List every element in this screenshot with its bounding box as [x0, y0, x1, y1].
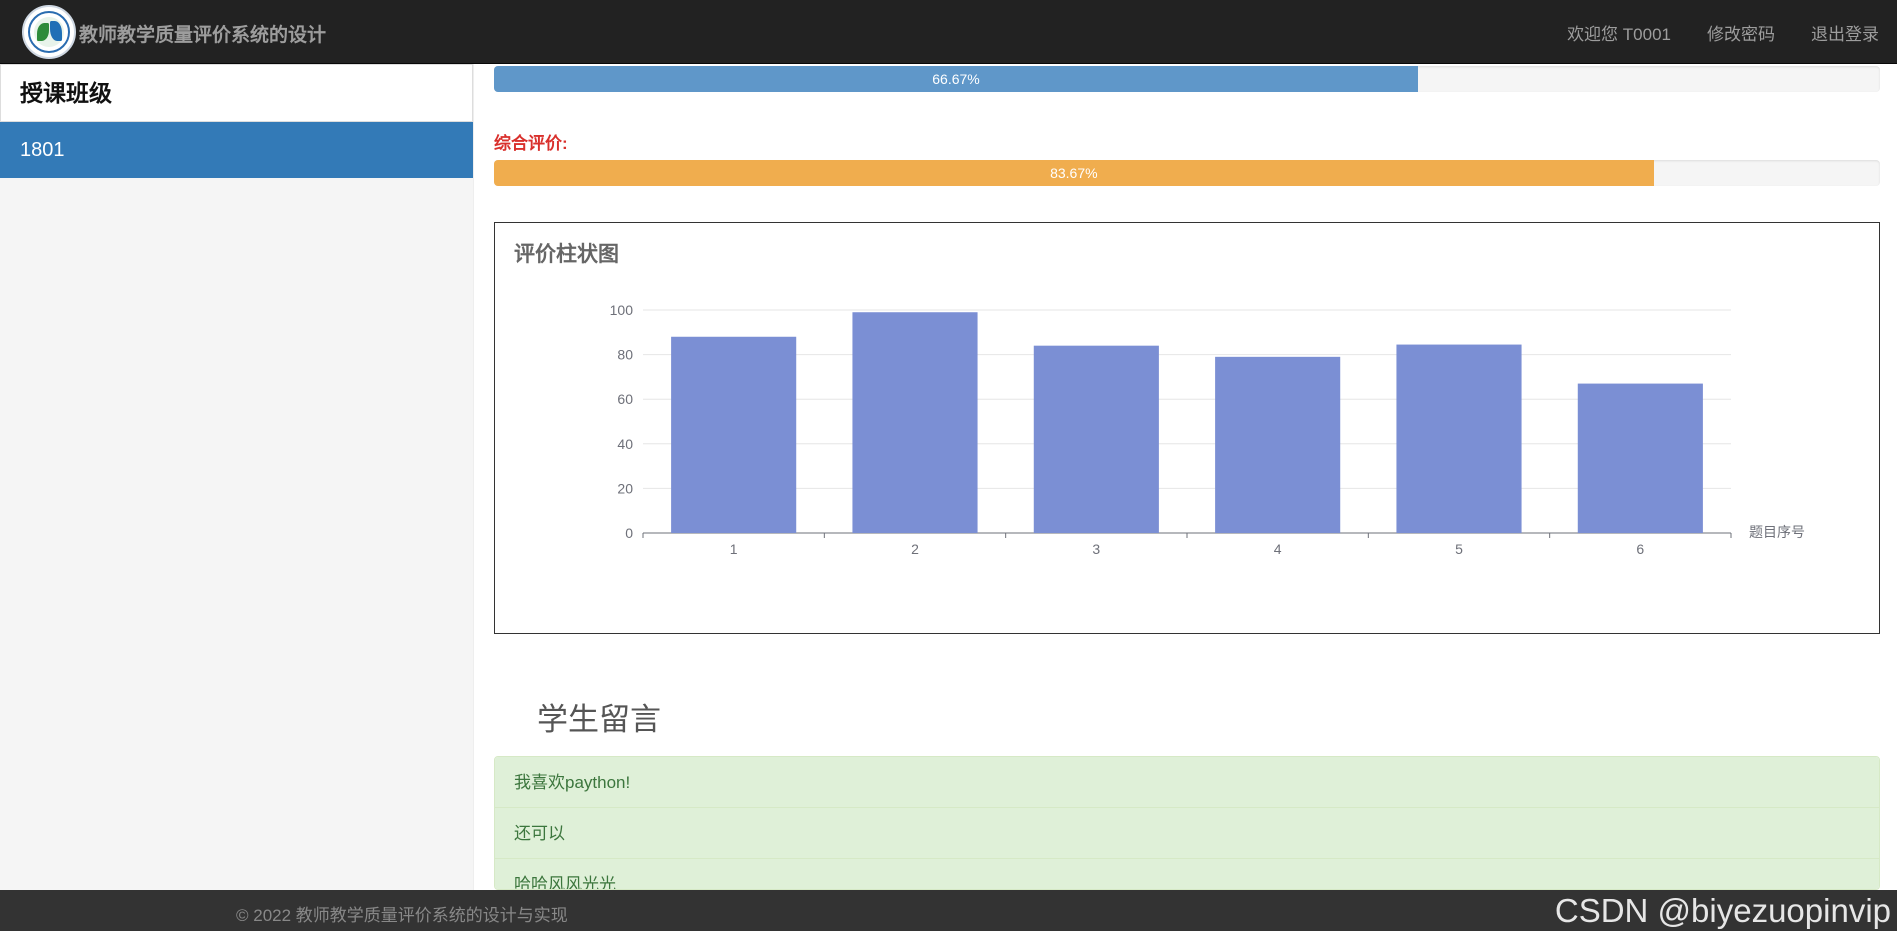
overall-eval-label: 综合评价: [494, 134, 568, 153]
nav-links: 欢迎您 T0001 修改密码 退出登录 [1549, 0, 1897, 64]
bar-5 [1396, 344, 1522, 533]
x-tick-label: 3 [1092, 541, 1100, 557]
x-tick-label: 2 [911, 541, 919, 557]
watermark-text: CSDN @biyezuopinvip [1554, 892, 1891, 929]
bar-1 [671, 336, 797, 533]
bar-3 [1033, 345, 1159, 533]
message-item: 我喜欢paython! [495, 757, 1879, 808]
progress-bar-first: 66.67% [494, 66, 1419, 92]
y-tick-label: 20 [617, 480, 633, 496]
bar-2 [852, 312, 978, 533]
chart-panel: 评价柱状图 0 20 40 60 80 100 1 2 3 4 5 6 题目序号 [494, 222, 1880, 634]
bar-6 [1577, 383, 1703, 533]
message-item: 哈哈风风光光 [495, 859, 1879, 889]
site-brand[interactable]: 教师教学质量评价系统的设计 [79, 20, 326, 47]
change-password-link[interactable]: 修改密码 [1689, 20, 1793, 45]
sidebar: 授课班级 1801 [0, 64, 474, 890]
welcome-user-link[interactable]: 欢迎您 T0001 [1549, 20, 1689, 45]
x-tick-label: 1 [730, 541, 738, 557]
messages-list: 我喜欢paython! 还可以 哈哈风风光光 [494, 756, 1880, 890]
x-tick-label: 6 [1636, 541, 1644, 557]
bar-4 [1215, 356, 1341, 533]
sidebar-title: 授课班级 [0, 64, 473, 122]
bar-chart: 0 20 40 60 80 100 1 2 3 4 5 6 题目序号 [610, 302, 1805, 557]
logout-link[interactable]: 退出登录 [1793, 20, 1897, 45]
y-tick-label: 80 [617, 347, 633, 363]
y-tick-label: 40 [617, 436, 633, 452]
x-tick-label: 4 [1274, 541, 1282, 557]
progress-overall: 83.67% [494, 160, 1880, 186]
x-axis-label: 题目序号 [1749, 524, 1805, 540]
messages-heading: 学生留言 [537, 702, 661, 737]
footer-copyright: © 2022 教师教学质量评价系统的设计与实现 [236, 906, 568, 925]
y-tick-label: 60 [617, 391, 633, 407]
y-tick-label: 0 [625, 525, 633, 541]
progress-bar-overall: 83.67% [494, 160, 1654, 186]
footer: © 2022 教师教学质量评价系统的设计与实现 CSDN @biyezuopin… [0, 890, 1897, 931]
x-tick-label: 5 [1455, 541, 1463, 557]
school-logo [22, 5, 76, 59]
progress-first: 66.67% [494, 66, 1880, 92]
y-tick-label: 100 [610, 302, 634, 318]
message-item: 还可以 [495, 808, 1879, 859]
sidebar-item-class[interactable]: 1801 [0, 122, 473, 178]
top-navbar: 教师教学质量评价系统的设计 欢迎您 T0001 修改密码 退出登录 [0, 0, 1897, 64]
